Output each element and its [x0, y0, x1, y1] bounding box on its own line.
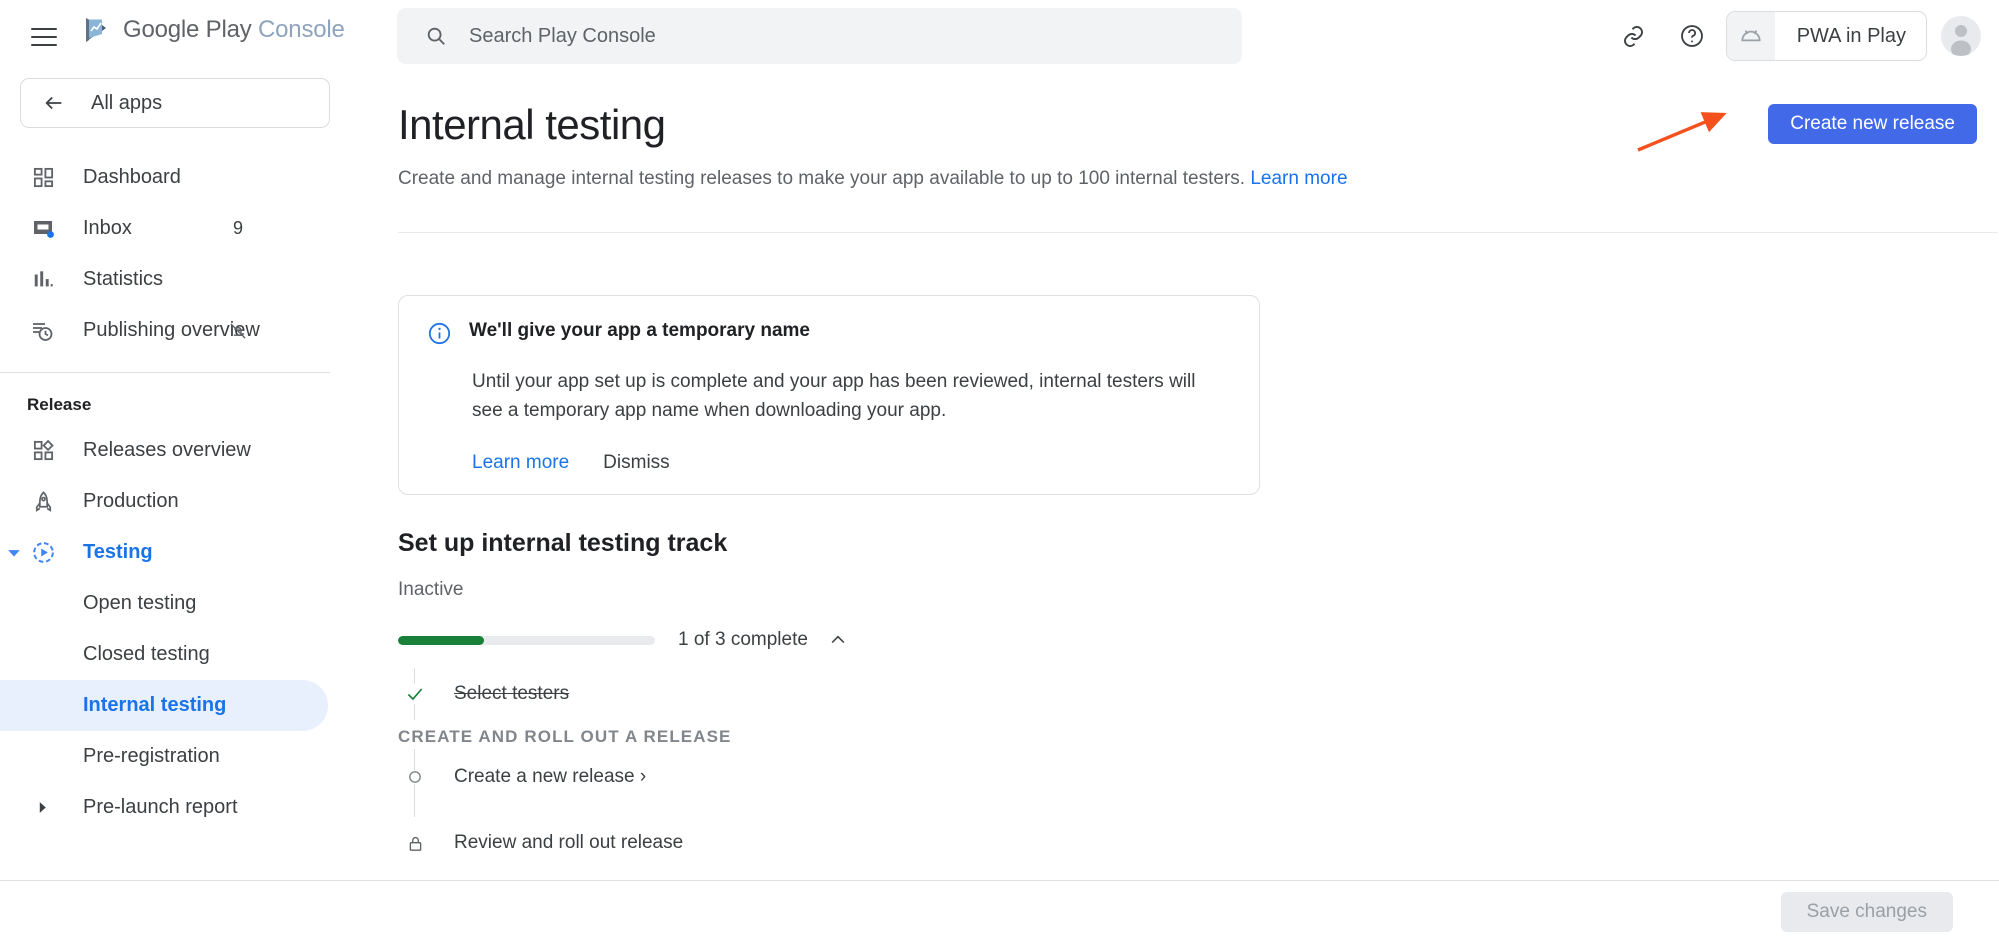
sidebar-item-dashboard[interactable]: Dashboard [0, 152, 328, 203]
sidebar-item-label: Inbox [83, 217, 132, 240]
sidebar-item-label: Open testing [83, 592, 196, 615]
sidebar-item-label: Closed testing [83, 643, 210, 666]
app-switcher-button[interactable]: PWA in Play [1726, 11, 1927, 61]
arrow-left-icon [43, 92, 65, 114]
sidebar-item-label: Pre-launch report [83, 796, 238, 819]
chevron-right-icon[interactable] [28, 801, 56, 814]
page-description: Create and manage internal testing relea… [398, 168, 1999, 190]
all-apps-label: All apps [91, 92, 162, 115]
sidebar-item-label: Internal testing [83, 694, 226, 717]
sidebar-item-open-testing[interactable]: Open testing [0, 578, 328, 629]
step-select-testers[interactable]: Select testers [398, 674, 918, 714]
sidebar-navigation: All apps Dashboard [0, 74, 330, 880]
steps-group-two: Create a new release › Review and roll o… [398, 757, 918, 863]
search-input[interactable]: Search Play Console [397, 8, 1242, 64]
step-review-roll-out: Review and roll out release [398, 823, 918, 863]
sidebar-divider [0, 372, 330, 373]
google-play-logo-icon [80, 14, 112, 46]
play-console-page: Google Play Console Search Play Console [0, 0, 1999, 939]
progress-label: 1 of 3 complete [678, 629, 808, 651]
sidebar-item-closed-testing[interactable]: Closed testing [0, 629, 328, 680]
page-title: Internal testing [398, 101, 1999, 149]
info-card-learn-more-link[interactable]: Learn more [472, 452, 569, 474]
sidebar-item-label: Dashboard [83, 166, 181, 189]
sidebar-item-label: Statistics [83, 268, 163, 291]
step-create-new-release[interactable]: Create a new release › [398, 757, 918, 797]
info-card-title: We'll give your app a temporary name [469, 320, 810, 342]
testing-play-icon [28, 540, 58, 565]
search-icon [425, 25, 447, 47]
track-setup-title: Set up internal testing track [398, 529, 727, 558]
info-card-body: Until your app set up is complete and yo… [472, 367, 1231, 426]
step-label: Review and roll out release [454, 832, 683, 854]
bottom-action-bar: Save changes [0, 880, 1999, 939]
sidebar-item-inbox[interactable]: Inbox 9 [0, 203, 328, 254]
android-icon [1727, 12, 1775, 60]
bar-chart-icon [28, 269, 58, 291]
brand-text: Google Play Console [123, 16, 345, 44]
progress-bar [398, 636, 655, 645]
temporary-name-info-card: We'll give your app a temporary name Unt… [398, 295, 1260, 495]
top-header-bar: Google Play Console Search Play Console [0, 0, 1999, 74]
inbox-icon [28, 217, 58, 241]
link-icon[interactable] [1610, 12, 1658, 60]
check-icon [398, 684, 432, 704]
sidebar-release-group: Releases overview Production [0, 425, 330, 833]
progress-bar-fill [398, 636, 484, 645]
main-content: Internal testing Create and manage inter… [330, 74, 1999, 880]
circle-outline-icon [398, 770, 432, 784]
sidebar-item-production[interactable]: Production [0, 476, 328, 527]
sidebar-item-releases-overview[interactable]: Releases overview [0, 425, 328, 476]
info-card-actions: Learn more Dismiss [472, 452, 1231, 474]
page-description-learn-more-link[interactable]: Learn more [1250, 168, 1347, 189]
track-status-label: Inactive [398, 579, 463, 601]
save-changes-button[interactable]: Save changes [1781, 892, 1953, 932]
publishing-timeline-icon [28, 319, 58, 343]
sidebar-item-label: Production [83, 490, 179, 513]
create-new-release-button[interactable]: Create new release [1768, 104, 1977, 144]
sidebar-item-label: Pre-registration [83, 745, 220, 768]
steps-group-caption: CREATE AND ROLL OUT A RELEASE [398, 727, 918, 747]
sidebar-section-release-label: Release [27, 395, 330, 415]
releases-overview-icon [28, 439, 58, 462]
hamburger-menu-icon[interactable] [27, 20, 61, 54]
app-switcher-label: PWA in Play [1797, 25, 1906, 48]
track-progress-row: 1 of 3 complete [398, 629, 848, 651]
chevron-down-icon[interactable] [0, 546, 28, 560]
page-description-text: Create and manage internal testing relea… [398, 168, 1245, 189]
avatar[interactable] [1941, 16, 1981, 56]
sidebar-primary-group: Dashboard Inbox 9 [0, 152, 330, 356]
all-apps-button[interactable]: All apps [20, 78, 330, 128]
search-placeholder: Search Play Console [469, 25, 656, 48]
sidebar-item-label: Releases overview [83, 439, 251, 462]
help-circle-icon[interactable] [1668, 12, 1716, 60]
sidebar-item-publishing-overview[interactable]: Publishing overview [0, 305, 328, 356]
lock-icon [398, 834, 432, 853]
info-card-header: We'll give your app a temporary name [427, 320, 1231, 351]
sidebar-item-pre-registration[interactable]: Pre-registration [0, 731, 328, 782]
rocket-icon [28, 490, 58, 513]
content-divider [398, 232, 1998, 233]
sidebar-item-statistics[interactable]: Statistics [0, 254, 328, 305]
info-card-dismiss-button[interactable]: Dismiss [603, 452, 670, 474]
step-label: Select testers [454, 683, 569, 705]
brand-console: Console [258, 16, 345, 43]
brand-logo-group[interactable]: Google Play Console [80, 14, 345, 46]
sidebar-item-internal-testing[interactable]: Internal testing [0, 680, 328, 731]
sidebar-item-pre-launch-report[interactable]: Pre-launch report [0, 782, 328, 833]
track-steps-list: Select testers CREATE AND ROLL OUT A REL… [398, 674, 918, 863]
dashboard-grid-icon [28, 166, 58, 189]
notifications-off-icon[interactable] [228, 321, 248, 341]
chevron-up-icon[interactable] [828, 630, 848, 650]
sidebar-item-label: Testing [83, 541, 153, 564]
inbox-badge-count: 9 [233, 218, 243, 239]
step-label[interactable]: Create a new release › [454, 766, 646, 788]
brand-google-play: Google Play [123, 16, 252, 43]
info-circle-icon [427, 321, 452, 351]
sidebar-item-testing[interactable]: Testing [0, 527, 328, 578]
header-right-actions: PWA in Play [1610, 8, 1981, 64]
